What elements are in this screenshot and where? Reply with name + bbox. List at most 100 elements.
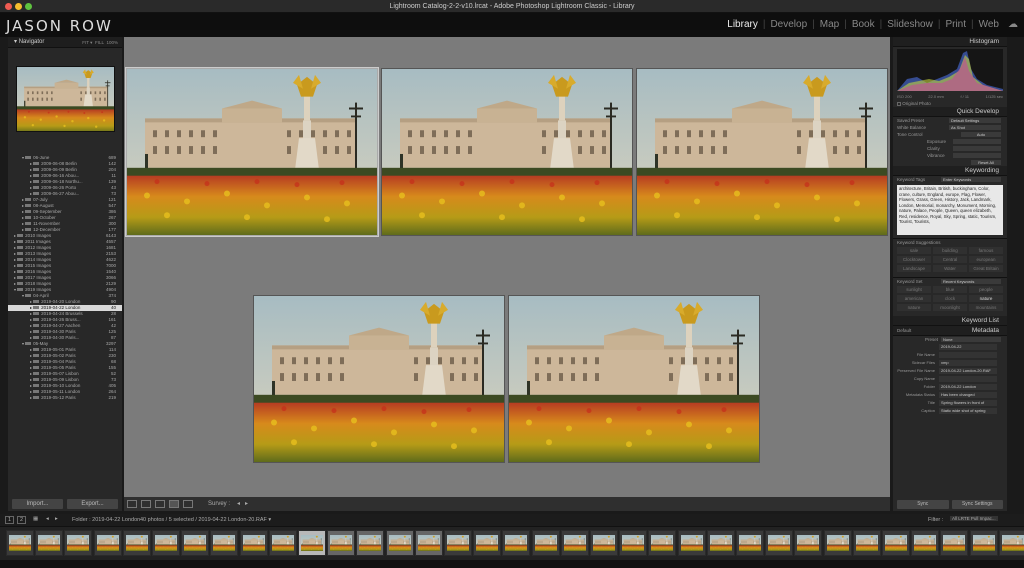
keyword-suggestion[interactable]: Landscape	[897, 265, 931, 272]
preset-select[interactable]: None	[941, 337, 1001, 342]
filmstrip-thumbnail[interactable]	[502, 530, 531, 556]
filmstrip-thumbnail[interactable]	[327, 530, 356, 556]
survey-photo-3[interactable]	[636, 68, 888, 236]
filmstrip-thumbnail[interactable]	[911, 530, 940, 556]
cloud-icon[interactable]: ☁	[1008, 19, 1018, 30]
survey-photo-2[interactable]	[381, 68, 633, 236]
module-print[interactable]: Print	[945, 19, 966, 30]
keyword-set-select[interactable]: Recent Keywords	[941, 279, 1001, 284]
sync-button[interactable]: Sync	[897, 500, 949, 509]
keyword-suggestion[interactable]: famous	[969, 247, 1003, 254]
navigator-preview[interactable]	[16, 66, 115, 132]
keyword-suggestions-header[interactable]: Keyword Suggestions	[893, 238, 1007, 245]
minimize-window-button[interactable]	[15, 3, 22, 10]
page-2-button[interactable]: 2	[17, 516, 27, 524]
clarity-stepper[interactable]	[953, 146, 1001, 151]
survey-photo-5[interactable]	[508, 295, 760, 463]
quick-develop-header[interactable]: Quick Develop	[893, 107, 1007, 117]
filmstrip-thumbnail[interactable]	[35, 530, 64, 556]
metadata-value[interactable]: 2019-04-22 London	[939, 384, 997, 390]
keyword-suggestion[interactable]: Water	[933, 265, 967, 272]
filmstrip-thumbnail[interactable]	[444, 530, 472, 556]
keyword-suggestion[interactable]: Central	[933, 256, 967, 263]
zoom-window-button[interactable]	[25, 3, 32, 10]
module-slideshow[interactable]: Slideshow	[887, 19, 933, 30]
module-book[interactable]: Book	[852, 19, 875, 30]
export-button[interactable]: Export...	[67, 499, 118, 509]
module-develop[interactable]: Develop	[770, 19, 807, 30]
survey-photo-4[interactable]	[253, 295, 505, 463]
zoom-100[interactable]: 100%	[106, 40, 118, 45]
keyword-suggestion[interactable]: sale	[897, 247, 931, 254]
metadata-preset-select[interactable]: Default	[897, 328, 911, 333]
filmstrip-thumbnail[interactable]	[152, 530, 180, 556]
filmstrip-thumbnail[interactable]	[619, 530, 648, 556]
saved-preset-select[interactable]: Default Settings	[949, 118, 1001, 123]
keyword-suggestion[interactable]: Clocktower	[897, 256, 931, 263]
page-1-button[interactable]: 1	[5, 516, 15, 524]
grid-icon[interactable]: ▦	[33, 516, 38, 522]
metadata-value[interactable]: 2019-04-22	[939, 344, 997, 350]
filmstrip-thumbnail[interactable]	[122, 530, 151, 556]
metadata-value[interactable]: Has been changed	[939, 392, 997, 398]
metadata-header[interactable]: Default Metadata	[893, 326, 1007, 336]
metadata-value[interactable]: Spring flowers in front of	[939, 400, 997, 406]
filmstrip-thumbnail[interactable]	[677, 530, 706, 556]
white-balance-select[interactable]: As Shot	[949, 125, 1001, 130]
reset-all-button[interactable]: Reset All	[971, 160, 1001, 165]
keyword-suggestion[interactable]: building	[933, 247, 967, 254]
keyword-tags-select[interactable]: Enter Keywords	[941, 177, 1001, 182]
keyword-set-item[interactable]: nature	[969, 295, 1003, 302]
filter-select[interactable]: All LRTE Pull Impac...	[950, 516, 998, 521]
forward-arrow-icon[interactable]: ▸	[55, 516, 58, 522]
metadata-value[interactable]	[939, 376, 997, 382]
filmstrip-thumbnail[interactable]	[765, 530, 794, 556]
filmstrip-thumbnail[interactable]	[590, 530, 618, 556]
filmstrip-thumbnail[interactable]	[268, 530, 297, 556]
module-map[interactable]: Map	[820, 19, 839, 30]
filmstrip-thumbnail[interactable]	[823, 530, 852, 556]
loupe-view-icon[interactable]	[141, 500, 151, 508]
close-window-button[interactable]	[5, 3, 12, 10]
back-arrow-icon[interactable]: ◂	[46, 516, 49, 522]
filmstrip-thumbnail[interactable]	[356, 530, 385, 556]
filmstrip-thumbnail[interactable]	[6, 530, 34, 556]
zoom-fit[interactable]: FIT ▾	[82, 40, 92, 45]
filmstrip-thumbnail[interactable]	[736, 530, 764, 556]
grid-view-icon[interactable]	[127, 500, 137, 508]
filmstrip-thumbnail[interactable]	[648, 530, 677, 556]
metadata-value[interactable]: 2019-04-22 London-20.RAF	[939, 368, 997, 374]
arrow-right-icon[interactable]: ▸	[245, 500, 248, 507]
original-photo-row[interactable]: Original Photo	[893, 100, 1007, 107]
module-library[interactable]: Library	[727, 19, 758, 30]
keyword-set-item[interactable]: clock	[933, 295, 967, 302]
filmstrip-thumbnail[interactable]	[64, 530, 93, 556]
filmstrip-thumbnail[interactable]	[210, 530, 239, 556]
module-web[interactable]: Web	[979, 19, 999, 30]
filmstrip-thumbnail[interactable]	[239, 530, 268, 556]
keyword-list-header[interactable]: Keyword List	[893, 316, 1007, 326]
zoom-fill[interactable]: FILL	[95, 40, 104, 45]
compare-view-icon[interactable]	[155, 500, 165, 508]
filmstrip-thumbnail[interactable]	[852, 530, 881, 556]
keyword-set-item[interactable]: nature	[897, 304, 931, 311]
survey-view-icon[interactable]	[169, 500, 179, 508]
keywording-header[interactable]: Keywording	[893, 166, 1007, 176]
sync-settings-button[interactable]: Sync Settings	[951, 500, 1003, 509]
filmstrip-thumbnail[interactable]	[940, 530, 969, 556]
filmstrip-thumbnail[interactable]	[93, 530, 122, 556]
filmstrip-thumbnail[interactable]	[473, 530, 502, 556]
filmstrip-thumbnail[interactable]	[969, 530, 998, 556]
keyword-set-item[interactable]: mountains	[969, 304, 1003, 311]
import-button[interactable]: Import...	[12, 499, 63, 509]
keyword-set-item[interactable]: people	[969, 286, 1003, 293]
filmstrip-thumbnail[interactable]	[181, 530, 210, 556]
navigator-header[interactable]: ▾ Navigator FIT ▾ FILL 100%	[8, 37, 122, 48]
arrow-left-icon[interactable]: ◂	[237, 500, 240, 507]
keyword-set-item[interactable]: moonlight	[933, 304, 967, 311]
filmstrip-thumbnail[interactable]	[560, 530, 589, 556]
photo-count[interactable]: 40 photos / 5 selected / 2019-04-22 Lond…	[140, 517, 271, 523]
exposure-stepper[interactable]	[953, 139, 1001, 144]
folder-row[interactable]: ▸ 2019-05-12 Paris 219	[8, 395, 122, 401]
filmstrip-thumbnail[interactable]	[794, 530, 823, 556]
